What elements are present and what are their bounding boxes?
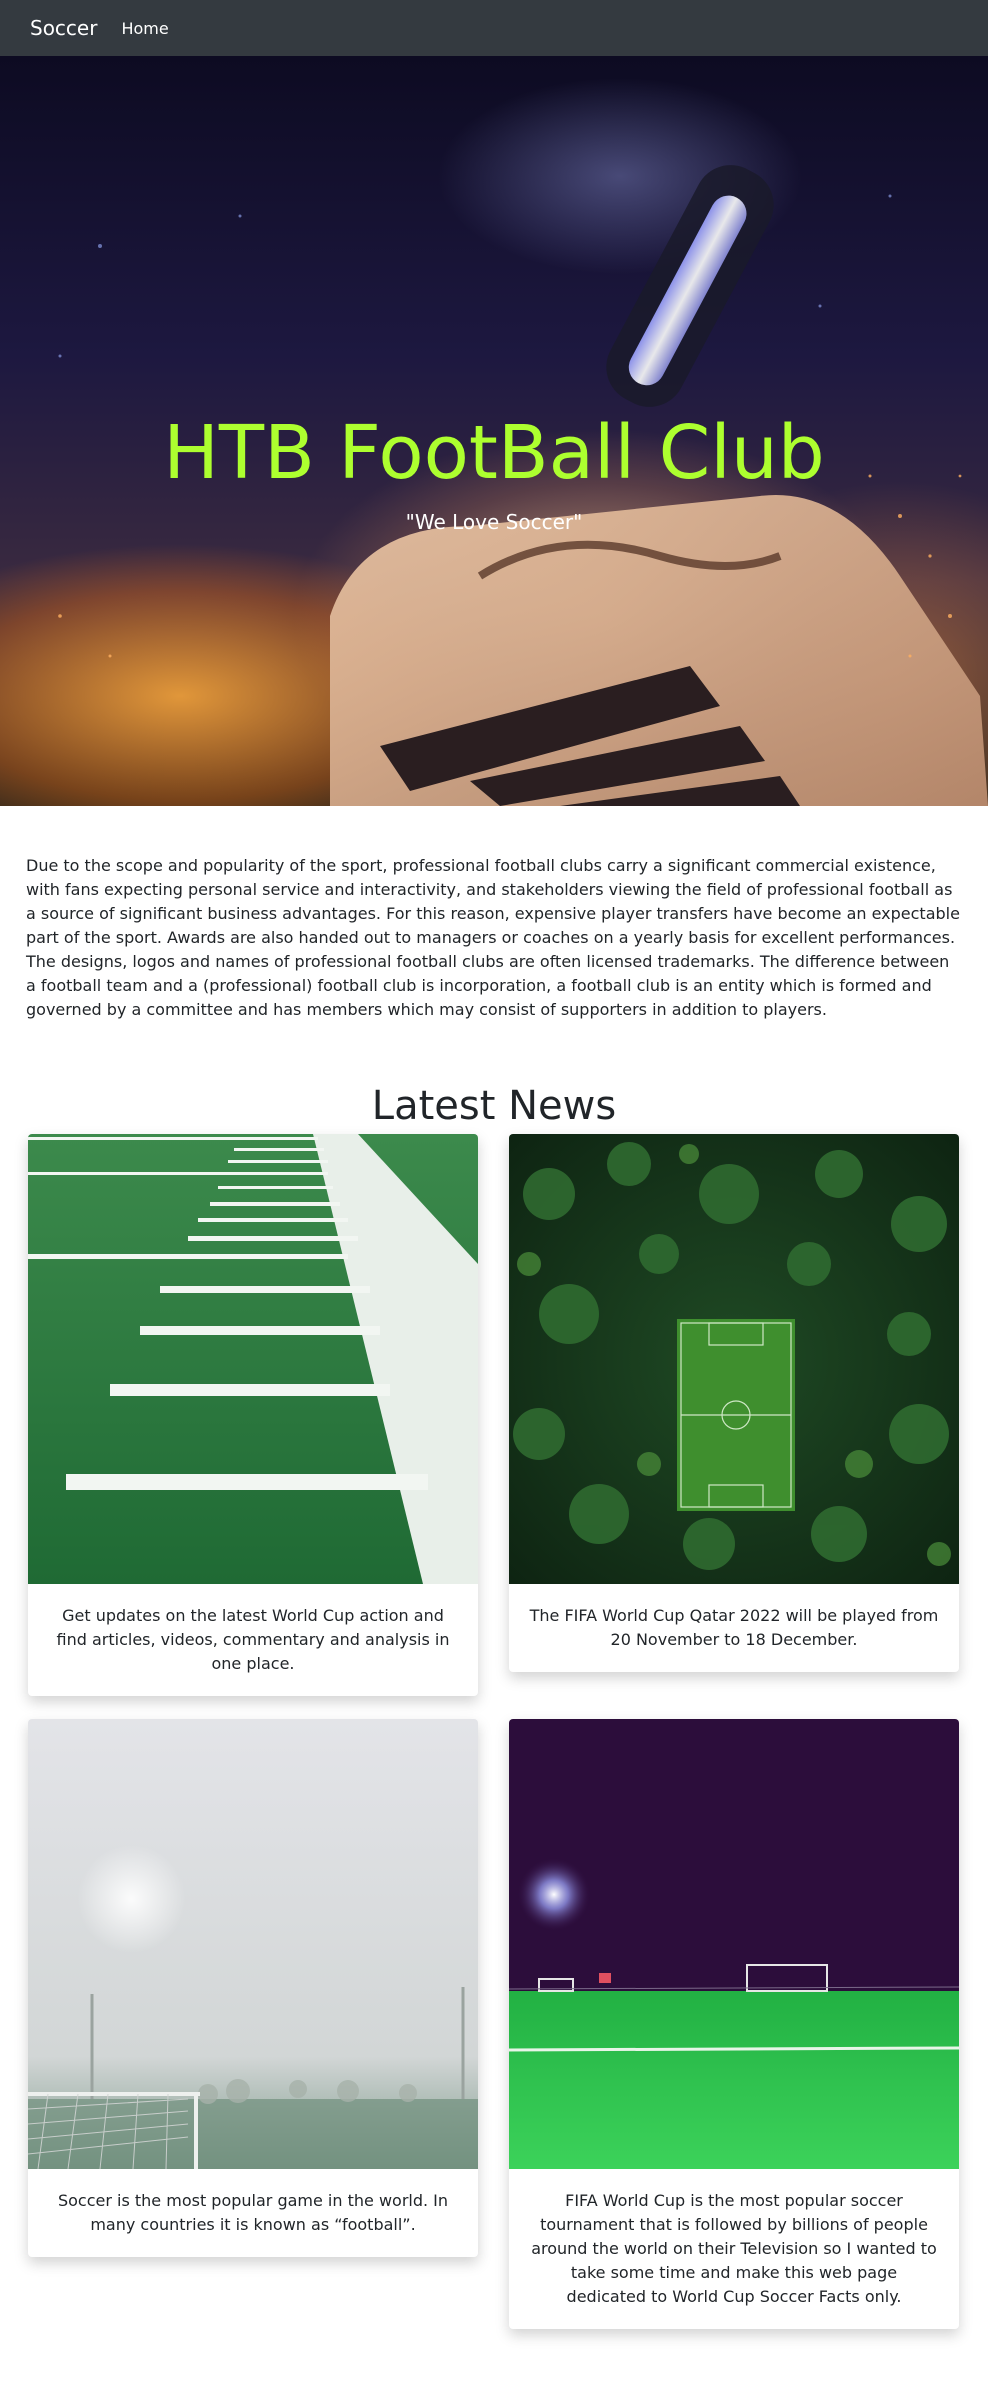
navbar: Soccer Home (0, 0, 988, 56)
news-card-image-night-pitch (509, 1719, 959, 2169)
news-grid: Get updates on the latest World Cup acti… (0, 1126, 988, 2386)
news-card-caption: FIFA World Cup is the most popular socce… (531, 2191, 937, 2306)
news-card-caption: Soccer is the most popular game in the w… (57, 2191, 449, 2234)
news-card[interactable]: The FIFA World Cup Qatar 2022 will be pl… (509, 1134, 959, 1672)
news-card[interactable]: Soccer is the most popular game in the w… (28, 1719, 478, 2257)
about-section: Due to the scope and popularity of the s… (0, 806, 988, 1022)
news-card-image-field-lines (28, 1134, 478, 1584)
hero-title: HTB FootBall Club (163, 410, 825, 496)
nav-home-link[interactable]: Home (121, 19, 168, 38)
news-card-image-foggy-goal (28, 1719, 478, 2169)
about-paragraph: Due to the scope and popularity of the s… (26, 856, 960, 1019)
news-card-caption: Get updates on the latest World Cup acti… (56, 1606, 450, 1673)
news-card-caption: The FIFA World Cup Qatar 2022 will be pl… (529, 1606, 939, 1649)
hero-text: HTB FootBall Club "We Love Soccer" (0, 416, 988, 534)
news-card-image-forest-pitch (509, 1134, 959, 1584)
news-card[interactable]: Get updates on the latest World Cup acti… (28, 1134, 478, 1696)
latest-news-heading: Latest News (371, 1083, 617, 1129)
news-card[interactable]: FIFA World Cup is the most popular socce… (509, 1719, 959, 2329)
hero-banner: HTB FootBall Club "We Love Soccer" (0, 56, 988, 806)
brand-link[interactable]: Soccer (30, 16, 97, 40)
hero-subtitle: "We Love Soccer" (405, 510, 583, 534)
